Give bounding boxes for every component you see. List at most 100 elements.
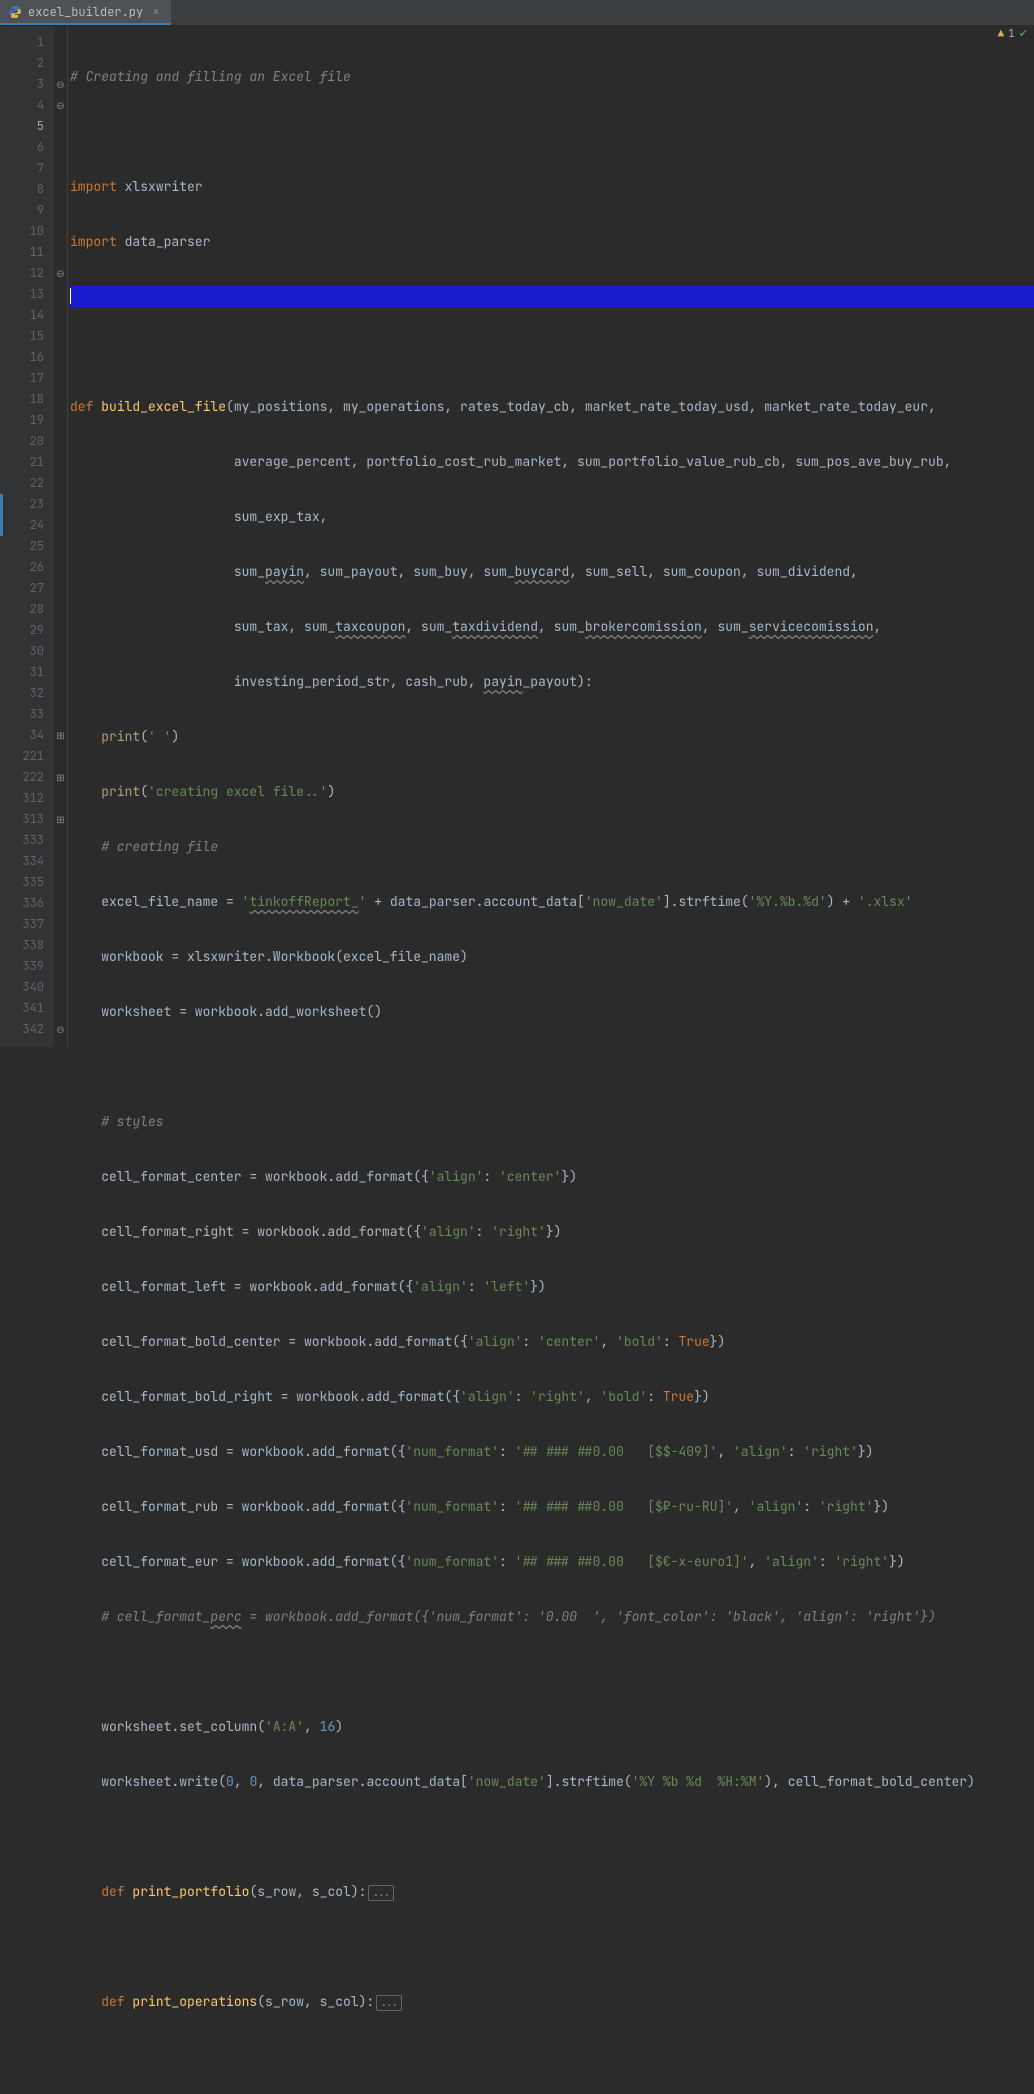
fold-toggle[interactable]	[54, 410, 67, 431]
fold-toggle[interactable]: ⊞	[54, 809, 67, 830]
line-number[interactable]: 10	[10, 221, 54, 242]
line-number[interactable]: 9	[10, 200, 54, 221]
line-number[interactable]: 341	[10, 998, 54, 1019]
fold-toggle[interactable]	[54, 641, 67, 662]
line-number[interactable]: 17	[10, 368, 54, 389]
line-number[interactable]: 5	[10, 116, 54, 137]
line-number[interactable]: 25	[10, 536, 54, 557]
fold-toggle[interactable]	[54, 998, 67, 1019]
line-number[interactable]: 28	[10, 599, 54, 620]
fold-toggle[interactable]	[54, 305, 67, 326]
fold-toggle[interactable]: ⊖	[54, 95, 67, 116]
fold-toggle[interactable]	[54, 347, 67, 368]
fold-toggle[interactable]	[54, 179, 67, 200]
line-number[interactable]: 22	[10, 473, 54, 494]
line-number[interactable]: 20	[10, 431, 54, 452]
line-number-gutter[interactable]: 1234567891011121314151617181920212223242…	[10, 26, 54, 1047]
fold-toggle[interactable]	[54, 788, 67, 809]
fold-toggle[interactable]	[54, 830, 67, 851]
fold-toggle[interactable]	[54, 620, 67, 641]
line-number[interactable]: 333	[10, 830, 54, 851]
line-number[interactable]: 32	[10, 683, 54, 704]
file-tab[interactable]: excel_builder.py ×	[0, 0, 171, 25]
line-number[interactable]: 30	[10, 641, 54, 662]
line-number[interactable]: 26	[10, 557, 54, 578]
code-area[interactable]: # Creating and filling an Excel file imp…	[68, 26, 1034, 1047]
fold-toggle[interactable]: ⊖	[54, 263, 67, 284]
fold-toggle[interactable]	[54, 515, 67, 536]
fold-toggle[interactable]	[54, 872, 67, 893]
fold-toggle[interactable]	[54, 557, 67, 578]
fold-toggle[interactable]	[54, 242, 67, 263]
fold-toggle[interactable]	[54, 494, 67, 515]
fold-toggle[interactable]	[54, 536, 67, 557]
fold-toggle[interactable]	[54, 452, 67, 473]
fold-toggle[interactable]	[54, 431, 67, 452]
fold-toggle[interactable]	[54, 326, 67, 347]
fold-toggle[interactable]	[54, 683, 67, 704]
line-number[interactable]: 21	[10, 452, 54, 473]
fold-toggle[interactable]: ⊞	[54, 767, 67, 788]
line-number[interactable]: 29	[10, 620, 54, 641]
line-number[interactable]: 19	[10, 410, 54, 431]
line-number[interactable]: 312	[10, 788, 54, 809]
line-number[interactable]: 3	[10, 74, 54, 95]
close-icon[interactable]: ×	[149, 3, 163, 20]
fold-toggle[interactable]	[54, 137, 67, 158]
line-number[interactable]: 336	[10, 893, 54, 914]
line-number[interactable]: 12	[10, 263, 54, 284]
line-number[interactable]: 18	[10, 389, 54, 410]
line-number[interactable]: 337	[10, 914, 54, 935]
fold-toggle[interactable]	[54, 956, 67, 977]
fold-toggle[interactable]	[54, 221, 67, 242]
line-number[interactable]: 14	[10, 305, 54, 326]
line-number[interactable]: 222	[10, 767, 54, 788]
line-number[interactable]: 15	[10, 326, 54, 347]
line-number[interactable]: 24	[10, 515, 54, 536]
line-number[interactable]: 335	[10, 872, 54, 893]
fold-toggle[interactable]	[54, 935, 67, 956]
fold-toggle[interactable]	[54, 704, 67, 725]
fold-toggle[interactable]	[54, 368, 67, 389]
fold-toggle[interactable]	[54, 977, 67, 998]
line-number[interactable]: 340	[10, 977, 54, 998]
line-number[interactable]: 338	[10, 935, 54, 956]
line-number[interactable]: 313	[10, 809, 54, 830]
line-number[interactable]: 23	[10, 494, 54, 515]
line-number[interactable]: 33	[10, 704, 54, 725]
fold-toggle[interactable]	[54, 389, 67, 410]
fold-toggle[interactable]	[54, 851, 67, 872]
line-number[interactable]: 34	[10, 725, 54, 746]
fold-toggle[interactable]	[54, 53, 67, 74]
fold-toggle[interactable]	[54, 32, 67, 53]
fold-toggle[interactable]	[54, 662, 67, 683]
fold-toggle[interactable]	[54, 599, 67, 620]
line-number[interactable]: 6	[10, 137, 54, 158]
fold-toggle[interactable]	[54, 893, 67, 914]
line-number[interactable]: 13	[10, 284, 54, 305]
fold-toggle[interactable]	[54, 578, 67, 599]
line-number[interactable]: 339	[10, 956, 54, 977]
fold-toggle[interactable]	[54, 200, 67, 221]
fold-toggle[interactable]	[54, 116, 67, 137]
fold-column[interactable]: ⊖⊖⊖⊞⊞⊞⊖	[54, 26, 68, 1047]
line-number[interactable]: 342	[10, 1019, 54, 1040]
fold-placeholder[interactable]: ...	[368, 1885, 394, 1901]
fold-placeholder[interactable]: ...	[376, 1995, 402, 2011]
fold-toggle[interactable]: ⊞	[54, 725, 67, 746]
line-number[interactable]: 4	[10, 95, 54, 116]
fold-toggle[interactable]	[54, 284, 67, 305]
fold-toggle[interactable]	[54, 914, 67, 935]
line-number[interactable]: 334	[10, 851, 54, 872]
line-number[interactable]: 27	[10, 578, 54, 599]
line-number[interactable]: 221	[10, 746, 54, 767]
fold-toggle[interactable]	[54, 473, 67, 494]
fold-toggle[interactable]	[54, 746, 67, 767]
line-number[interactable]: 8	[10, 179, 54, 200]
line-number[interactable]: 31	[10, 662, 54, 683]
line-number[interactable]: 2	[10, 53, 54, 74]
line-number[interactable]: 1	[10, 32, 54, 53]
line-number[interactable]: 11	[10, 242, 54, 263]
fold-toggle[interactable]	[54, 158, 67, 179]
fold-toggle[interactable]: ⊖	[54, 1019, 67, 1040]
